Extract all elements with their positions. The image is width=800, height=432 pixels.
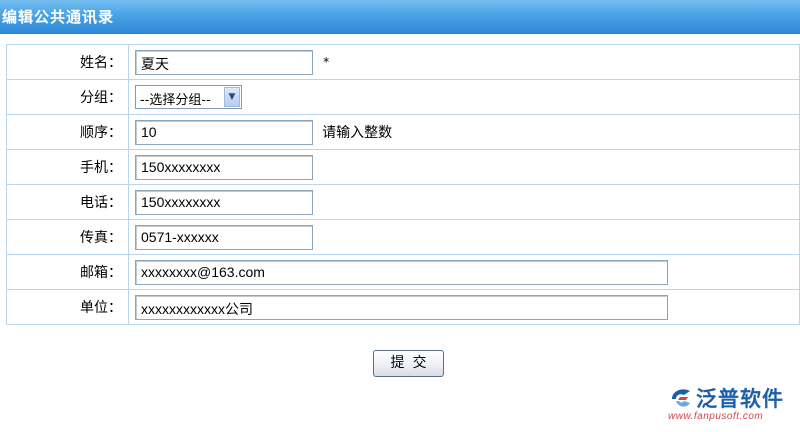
contact-form: 姓名： 夏天 * 分组： --选择分组-- ▼ 顺序： 10 请输入整数 手机：…	[6, 44, 800, 325]
email-input[interactable]: xxxxxxxx@163.com	[135, 259, 668, 285]
order-input[interactable]: 10	[135, 119, 313, 145]
required-mark: *	[323, 55, 330, 69]
name-input[interactable]: 夏天	[135, 49, 313, 75]
mobile-label: 手机：	[6, 149, 129, 185]
mobile-input[interactable]: 150xxxxxxxx	[135, 154, 313, 180]
chevron-down-icon[interactable]: ▼	[224, 87, 240, 107]
company-label: 单位：	[6, 289, 129, 325]
brand-name: 泛普软件	[696, 387, 784, 411]
submit-button[interactable]: 提交	[373, 350, 444, 377]
group-label: 分组：	[6, 79, 129, 115]
window-title: 编辑公共通讯录	[2, 8, 115, 26]
order-label: 顺序：	[6, 114, 129, 150]
brand-url: www.fanpusoft.com	[668, 411, 764, 422]
group-select[interactable]: --选择分组-- ▼	[135, 85, 242, 109]
fax-label: 传真：	[6, 219, 129, 255]
group-select-value: --选择分组--	[140, 93, 211, 108]
phone-label: 电话：	[6, 184, 129, 220]
email-label: 邮箱：	[6, 254, 129, 290]
fax-input[interactable]: 0571-xxxxxx	[135, 224, 313, 250]
brand-watermark: 泛普软件 www.fanpusoft.com	[668, 383, 793, 428]
phone-input[interactable]: 150xxxxxxxx	[135, 189, 313, 215]
name-label: 姓名：	[6, 44, 129, 80]
order-hint: 请输入整数	[322, 125, 393, 141]
window-titlebar: 编辑公共通讯录	[0, 0, 800, 34]
company-input[interactable]: xxxxxxxxxxxx公司	[135, 294, 668, 320]
fanpu-logo-icon	[672, 389, 690, 407]
